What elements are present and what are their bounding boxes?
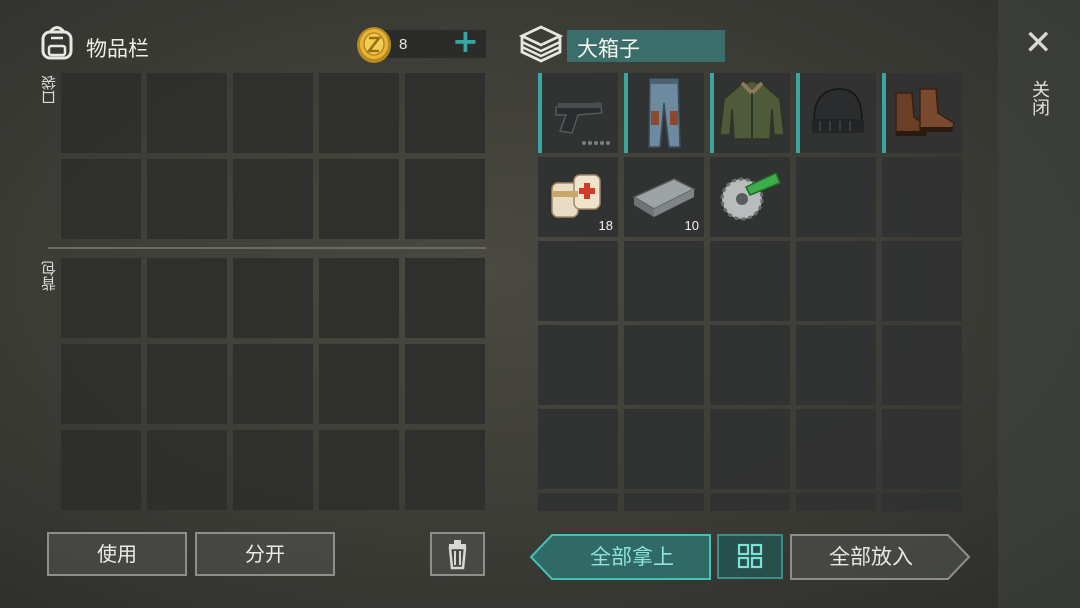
pocket-slot[interactable] bbox=[319, 73, 399, 153]
container-slot[interactable] bbox=[796, 493, 876, 511]
backpack-slot[interactable] bbox=[319, 430, 399, 510]
pocket-slot[interactable] bbox=[61, 159, 141, 239]
pistol-icon bbox=[555, 102, 610, 145]
container-slot[interactable] bbox=[624, 241, 704, 321]
backpack-slot[interactable] bbox=[233, 344, 313, 424]
backpack-slot[interactable] bbox=[147, 344, 227, 424]
backpack-slot[interactable] bbox=[61, 258, 141, 338]
backpack-slot[interactable] bbox=[147, 430, 227, 510]
container-slot[interactable] bbox=[710, 325, 790, 405]
trash-icon bbox=[448, 540, 467, 570]
container-slot-beanie[interactable] bbox=[796, 73, 876, 153]
container-slot[interactable] bbox=[882, 325, 962, 405]
beanie-icon bbox=[812, 88, 864, 133]
backpack-slot[interactable] bbox=[405, 258, 485, 338]
backpack-slot[interactable] bbox=[319, 344, 399, 424]
backpack-icon bbox=[41, 26, 73, 60]
pocket-slot[interactable] bbox=[147, 73, 227, 153]
container-slot[interactable] bbox=[710, 493, 790, 511]
put-all-label: 全部放入 bbox=[829, 545, 913, 569]
container-slot-saw-blade[interactable] bbox=[710, 157, 790, 237]
backpack-slot[interactable] bbox=[233, 258, 313, 338]
container-slot[interactable] bbox=[882, 157, 962, 237]
sort-button[interactable] bbox=[717, 534, 783, 579]
inventory-title: 物品栏 bbox=[86, 37, 149, 61]
pocket-label: 口袋 bbox=[40, 75, 58, 105]
container-slot[interactable] bbox=[710, 409, 790, 489]
container-title: 大箱子 bbox=[577, 37, 640, 61]
container-slot[interactable] bbox=[882, 493, 962, 511]
use-button[interactable]: 使用 bbox=[47, 532, 187, 576]
pocket-slot[interactable] bbox=[233, 159, 313, 239]
container-slot-boots[interactable] bbox=[882, 73, 962, 153]
container-slot[interactable] bbox=[882, 241, 962, 321]
currency-amount: 8 bbox=[399, 36, 408, 53]
container-slot[interactable] bbox=[624, 409, 704, 489]
trash-button[interactable] bbox=[430, 532, 485, 576]
container-slot-bandages[interactable]: 18 bbox=[538, 157, 618, 237]
backpack-slot[interactable] bbox=[147, 258, 227, 338]
container-slot[interactable] bbox=[796, 409, 876, 489]
jacket-icon bbox=[719, 80, 785, 140]
container-slot[interactable] bbox=[882, 409, 962, 489]
container-slot[interactable] bbox=[710, 241, 790, 321]
container-slot[interactable] bbox=[796, 157, 876, 237]
backpack-slot[interactable] bbox=[61, 344, 141, 424]
add-currency-button[interactable]: + bbox=[452, 25, 479, 57]
container-slot[interactable] bbox=[538, 325, 618, 405]
pocket-slot[interactable] bbox=[405, 73, 485, 153]
saw-blade-icon bbox=[720, 171, 781, 221]
close-label[interactable]: 关闭 bbox=[1029, 80, 1050, 116]
section-divider bbox=[48, 247, 486, 249]
container-slot[interactable] bbox=[624, 493, 704, 511]
backpack-slot[interactable] bbox=[61, 430, 141, 510]
container-slot[interactable] bbox=[538, 409, 618, 489]
backpack-slot[interactable] bbox=[233, 430, 313, 510]
crate-icon bbox=[518, 25, 564, 63]
pocket-slot[interactable] bbox=[147, 159, 227, 239]
container-slot-jeans[interactable] bbox=[624, 73, 704, 153]
pocket-slot[interactable] bbox=[233, 73, 313, 153]
container-slot-jacket[interactable] bbox=[710, 73, 790, 153]
container-slot-pistol[interactable] bbox=[538, 73, 618, 153]
take-all-label: 全部拿上 bbox=[590, 545, 674, 569]
close-icon[interactable]: ✕ bbox=[1024, 26, 1053, 60]
backpack-slot[interactable] bbox=[405, 430, 485, 510]
pocket-slot[interactable] bbox=[405, 159, 485, 239]
container-slot-iron-bar[interactable]: 10 bbox=[624, 157, 704, 237]
item-quantity: 10 bbox=[684, 218, 699, 233]
jeans-icon bbox=[648, 78, 681, 148]
backpack-label: 背包 bbox=[40, 261, 58, 291]
container-slot[interactable] bbox=[624, 325, 704, 405]
pocket-slot[interactable] bbox=[319, 159, 399, 239]
split-button[interactable]: 分开 bbox=[195, 532, 335, 576]
item-quantity: 18 bbox=[598, 218, 613, 233]
pocket-slot[interactable] bbox=[61, 73, 141, 153]
container-slot[interactable] bbox=[796, 241, 876, 321]
grid-icon bbox=[737, 543, 763, 569]
boots-icon bbox=[895, 88, 955, 136]
container-slot[interactable] bbox=[538, 493, 618, 511]
container-slot[interactable] bbox=[538, 241, 618, 321]
backpack-slot[interactable] bbox=[319, 258, 399, 338]
coin-icon bbox=[357, 27, 391, 63]
backpack-slot[interactable] bbox=[405, 344, 485, 424]
container-slot[interactable] bbox=[796, 325, 876, 405]
